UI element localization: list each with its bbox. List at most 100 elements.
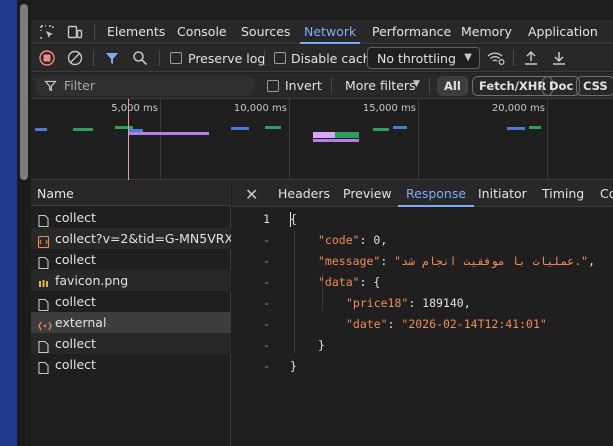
json-key: "price18" [346,296,409,310]
line-number: - [263,254,270,268]
timeline-tick-label: 20,000 ms [491,103,545,114]
page-scrollbar-thumb[interactable] [20,4,28,180]
image-icon [38,275,49,287]
disable-cache-label[interactable]: Disable cache [291,45,378,72]
timeline-tick-label: 15,000 ms [362,103,416,114]
toolbar-separator [264,50,265,66]
desktop-edge [0,0,17,446]
filter-funnel-icon[interactable] [104,50,120,66]
timeline-request-bar [393,126,407,129]
throttling-value: No throttling [377,51,456,66]
timeline-request-bar [373,128,389,131]
chevron-down-icon: ▼ [413,79,420,89]
request-row[interactable]: collect [31,291,231,312]
json-brace: { [290,212,297,226]
request-row[interactable]: collect?v=2&tid=G-MN5VRX… [31,228,231,249]
details-tab-bar: ✕ Headers Preview Response Initiator Tim… [232,181,613,207]
request-details: ✕ Headers Preview Response Initiator Tim… [232,181,613,446]
filter-separator [429,78,430,94]
network-conditions-icon[interactable] [486,50,506,66]
clear-icon[interactable] [67,50,83,66]
disable-cache-checkbox[interactable] [274,52,286,64]
tab-application[interactable]: Application [528,20,598,44]
json-line: { [290,209,297,230]
type-filter-doc[interactable]: Doc [542,76,581,96]
page-scrollbar[interactable] [17,0,31,446]
line-number: - [263,296,270,310]
toolbar-separator [159,50,160,66]
search-icon[interactable] [132,50,148,66]
timeline-request-bar [313,139,359,142]
tab-elements[interactable]: Elements [107,20,165,44]
json-line: "price18": 189140, [346,296,471,310]
tab-memory[interactable]: Memory [461,20,512,44]
request-name: collect [55,294,96,309]
filter-input[interactable]: Filter [35,76,255,96]
tab-performance[interactable]: Performance [372,20,451,44]
json-key: "code" [318,233,360,247]
json-key: "message" [318,254,381,268]
request-row[interactable]: favicon.png [31,270,231,291]
request-name: external [55,315,107,330]
json-string: "2026-02-14T12:41:01" [401,317,547,331]
more-filters-dropdown[interactable]: More filters [345,73,416,99]
tab-preview[interactable]: Preview [343,181,392,207]
request-row-selected[interactable]: external [31,312,231,333]
stop-recording-icon[interactable] [39,50,55,66]
device-toolbar-icon[interactable] [67,24,83,40]
type-filter-all[interactable]: All [437,76,468,96]
request-row[interactable]: collect [31,333,231,354]
preserve-log-checkbox[interactable] [170,52,182,64]
invert-checkbox[interactable] [267,80,279,92]
timeline-overview[interactable]: 5,000 ms 10,000 ms 15,000 ms 20,000 ms [31,99,613,180]
name-column-header[interactable]: Name [31,181,231,206]
export-har-icon[interactable] [551,50,567,66]
tab-headers[interactable]: Headers [278,181,330,207]
json-line: } [290,356,297,377]
request-list: Name collect collect?v=2&tid=G-MN5VRX… c… [31,181,231,446]
document-icon [38,296,49,312]
script-icon [37,233,50,249]
devtools-panel: Elements Console Sources Network Perform… [31,0,613,446]
tab-sources[interactable]: Sources [241,20,290,44]
timeline-request-bar [231,127,249,130]
request-row[interactable]: collect [31,207,231,228]
toolbar-separator [513,50,514,66]
filter-separator [331,78,332,94]
close-icon[interactable]: ✕ [245,185,258,204]
toolbar-separator [93,50,94,66]
document-icon [38,212,49,228]
request-name: collect [55,210,96,225]
tab-network[interactable]: Network [299,20,361,44]
response-viewer[interactable]: 1 - - - - - - - { "code": 0, "message": … [232,209,613,446]
timeline-gridline [547,99,548,180]
json-key: "date" [346,317,388,331]
request-name: collect [55,252,96,267]
request-row[interactable]: collect [31,354,231,375]
timeline-gridline [289,99,290,180]
document-icon [38,338,49,354]
timeline-request-bar [529,126,541,129]
line-number: - [263,359,270,373]
type-filter-css[interactable]: CSS [576,76,613,96]
invert-label[interactable]: Invert [285,73,322,99]
tab-response[interactable]: Response [397,181,475,207]
timeline-request-bar [265,126,281,129]
tab-cookies[interactable]: Co [600,181,613,207]
inspect-element-icon[interactable] [39,24,55,40]
chevron-down-icon: ▼ [464,52,472,63]
json-line: "data": { [318,275,381,289]
throttling-select[interactable]: No throttling ▼ [367,47,480,69]
tab-console[interactable]: Console [177,20,227,44]
import-har-icon[interactable] [523,50,539,66]
request-row[interactable]: collect [31,249,231,270]
preserve-log-label[interactable]: Preserve log [188,45,265,72]
request-name: favicon.png [55,273,129,288]
request-name: collect [55,336,96,351]
json-key: "data" [318,275,360,289]
line-number: - [263,275,270,289]
json-line: "code": 0, [318,233,388,247]
filter-bar: Filter Invert More filters ▼ All Fetch/X… [31,73,613,99]
tab-initiator[interactable]: Initiator [478,181,527,207]
tab-timing[interactable]: Timing [542,181,584,207]
